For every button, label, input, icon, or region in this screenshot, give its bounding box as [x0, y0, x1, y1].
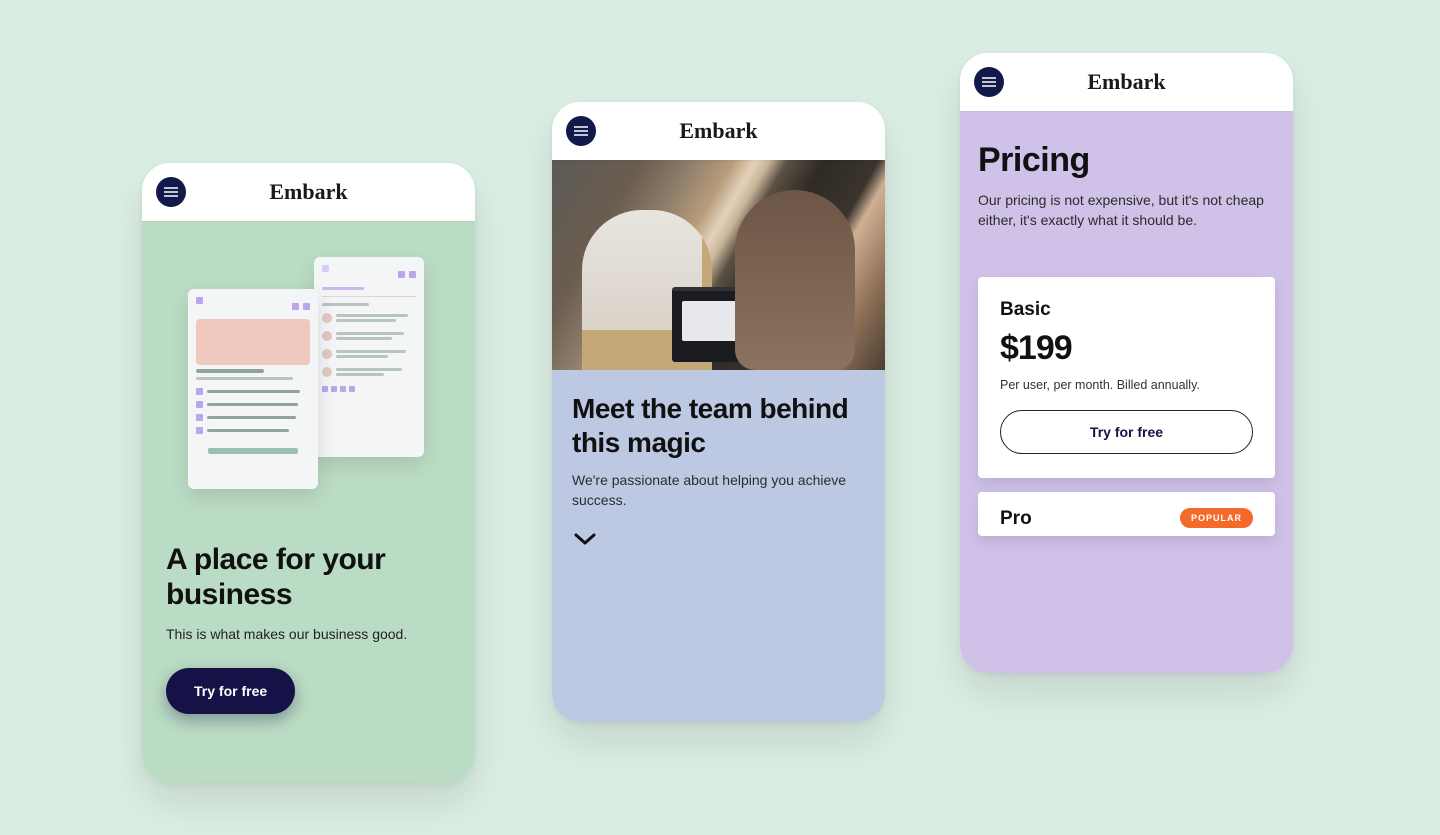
menu-button[interactable]: [566, 116, 596, 146]
team-screen: Meet the team behind this magic We're pa…: [552, 160, 885, 722]
menu-icon: [574, 126, 588, 136]
phone-mockup-home: Embark: [142, 163, 475, 783]
pricing-title: Pricing: [978, 141, 1275, 180]
pricing-card-pro: Pro POPULAR: [978, 492, 1275, 536]
home-screen: A place for your business This is what m…: [142, 221, 475, 783]
app-header: Embark: [142, 163, 475, 221]
menu-button[interactable]: [156, 177, 186, 207]
home-subtitle: This is what makes our business good.: [166, 626, 457, 642]
hero-illustration: [154, 239, 463, 519]
app-header: Embark: [960, 53, 1293, 111]
brand-logo: Embark: [960, 69, 1293, 95]
team-copy: Meet the team behind this magic We're pa…: [552, 370, 885, 546]
pricing-card-basic: Basic $199 Per user, per month. Billed a…: [978, 277, 1275, 478]
plan-terms: Per user, per month. Billed annually.: [1000, 378, 1253, 392]
team-headline: Meet the team behind this magic: [572, 392, 865, 459]
menu-icon: [982, 77, 996, 87]
home-cta-button[interactable]: Try for free: [166, 668, 295, 714]
plan-price: $199: [1000, 329, 1253, 368]
phone-mockup-team: Embark Meet the team behind this magic W…: [552, 102, 885, 722]
pricing-subtitle: Our pricing is not expensive, but it's n…: [978, 190, 1268, 231]
phone-mockup-pricing: Embark Pricing Our pricing is not expens…: [960, 53, 1293, 673]
home-headline: A place for your business: [166, 543, 457, 612]
plan-cta-button[interactable]: Try for free: [1000, 410, 1253, 454]
brand-logo: Embark: [142, 179, 475, 205]
menu-button[interactable]: [974, 67, 1004, 97]
menu-icon: [164, 187, 178, 197]
pricing-screen: Pricing Our pricing is not expensive, bu…: [960, 111, 1293, 673]
chevron-down-icon: [574, 532, 865, 546]
plan-name: Basic: [1000, 299, 1253, 321]
hero-copy: A place for your business This is what m…: [154, 519, 463, 714]
team-photo: [552, 160, 885, 370]
team-subtitle: We're passionate about helping you achie…: [572, 471, 865, 510]
brand-logo: Embark: [552, 118, 885, 144]
popular-badge: POPULAR: [1180, 508, 1253, 528]
plan-name: Pro: [1000, 508, 1032, 530]
app-header: Embark: [552, 102, 885, 160]
scroll-down-button[interactable]: [574, 532, 865, 546]
